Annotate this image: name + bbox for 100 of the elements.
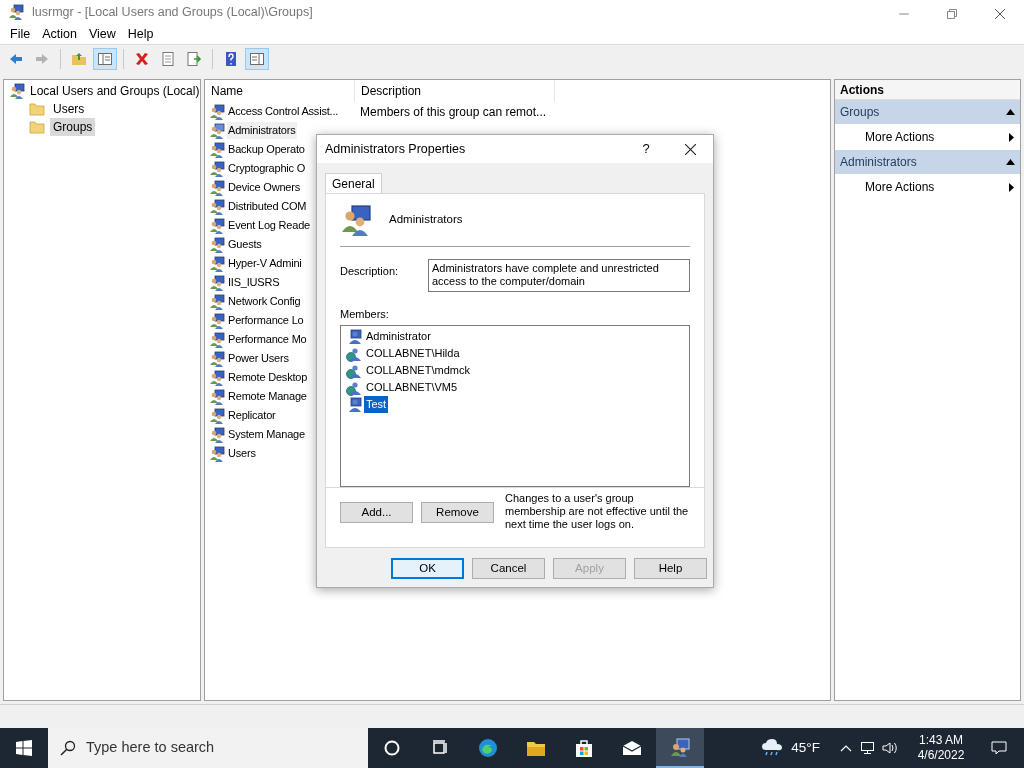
submenu-arrow-icon xyxy=(1009,182,1014,192)
group-icon xyxy=(209,122,225,139)
group-name[interactable]: Guests xyxy=(227,236,263,253)
member-item[interactable]: Administrator xyxy=(364,328,433,345)
group-name[interactable]: Backup Operato xyxy=(227,141,306,158)
back-arrow-icon xyxy=(8,51,24,67)
mail-icon xyxy=(622,738,642,758)
menu-item[interactable]: View xyxy=(82,24,122,44)
group-icon xyxy=(340,203,372,236)
group-icon xyxy=(209,445,225,462)
browser-icon xyxy=(478,738,498,758)
volume-icon[interactable] xyxy=(882,741,898,755)
group-name[interactable]: Access Control Assist... xyxy=(227,103,340,120)
group-description: Members of this group can remot... xyxy=(359,103,547,121)
submenu-arrow-icon xyxy=(1009,132,1014,142)
forward-arrow-icon xyxy=(34,51,50,67)
search-icon xyxy=(60,740,76,756)
users-computer-icon xyxy=(670,737,690,757)
collapse-caret-icon[interactable] xyxy=(1006,109,1015,115)
membership-note: Changes to a user's group membership are not effective until the next time the user logs on. xyxy=(505,492,690,531)
group-name[interactable]: Performance Mo xyxy=(227,331,308,348)
group-name[interactable]: Users xyxy=(227,445,257,462)
shopping-bag-icon xyxy=(574,738,594,758)
clock-date[interactable]: 4/6/2022 xyxy=(917,748,965,763)
restore-icon[interactable] xyxy=(947,9,957,19)
console-tree-icon xyxy=(97,51,113,67)
actions-title: Actions xyxy=(835,80,1020,100)
group-name[interactable]: Remote Desktop xyxy=(227,369,309,386)
group-name[interactable]: Remote Manage xyxy=(227,388,308,405)
network-icon[interactable] xyxy=(860,741,876,755)
group-name: Administrators xyxy=(389,212,463,228)
dialog-button[interactable]: OK xyxy=(391,558,464,579)
member-item[interactable]: COLLABNET\mdmck xyxy=(364,362,472,379)
chevron-up-icon[interactable] xyxy=(840,744,852,752)
member-action-button[interactable]: Remove xyxy=(421,502,494,523)
group-icon xyxy=(209,312,225,329)
windows-logo-icon xyxy=(16,740,32,756)
menu-item[interactable]: File xyxy=(4,24,37,44)
group-name[interactable]: Device Owners xyxy=(227,179,301,196)
section-header[interactable]: Groups xyxy=(835,100,1020,124)
group-icon xyxy=(209,426,225,443)
taskbar-search-field[interactable]: Type here to search xyxy=(48,728,368,768)
group-icon xyxy=(209,407,225,424)
search-input[interactable]: Type here to search xyxy=(86,737,306,759)
tree-item[interactable]: Groups xyxy=(50,118,96,136)
weather-icon xyxy=(761,738,784,758)
console-tree-button[interactable] xyxy=(93,48,117,70)
member-item[interactable]: Test xyxy=(364,396,389,413)
group-icon xyxy=(9,83,25,99)
collapse-caret-icon[interactable] xyxy=(1006,159,1015,165)
tab[interactable]: General xyxy=(325,173,382,193)
group-name[interactable]: Power Users xyxy=(227,350,290,367)
group-name[interactable]: IIS_IUSRS xyxy=(227,274,281,291)
description-label: Description: xyxy=(340,263,400,279)
group-name[interactable]: Administrators xyxy=(227,122,297,139)
properties-icon xyxy=(160,51,176,67)
group-icon xyxy=(209,293,225,310)
group-name[interactable]: Cryptographic O xyxy=(227,160,307,177)
group-name[interactable]: Hyper-V Admini xyxy=(227,255,303,272)
close-icon[interactable] xyxy=(995,9,1005,19)
clock-time[interactable]: 1:43 AM xyxy=(919,733,963,748)
notification-icon[interactable] xyxy=(991,740,1007,756)
group-name[interactable]: Performance Lo xyxy=(227,312,305,329)
user-globe-icon xyxy=(346,379,362,396)
column-header[interactable]: Name xyxy=(205,80,355,102)
menu-item[interactable]: Help xyxy=(121,24,160,44)
group-name[interactable]: System Manage xyxy=(227,426,306,443)
folder-icon xyxy=(29,102,45,116)
group-icon xyxy=(209,331,225,348)
action-item[interactable]: More Actions xyxy=(835,124,1020,150)
dialog-button[interactable]: Cancel xyxy=(472,558,545,579)
group-name[interactable]: Event Log Reade xyxy=(227,217,311,234)
dialog-button[interactable]: Help xyxy=(634,558,707,579)
member-action-button[interactable]: Add... xyxy=(340,502,413,523)
section-header[interactable]: Administrators xyxy=(835,150,1020,174)
action-pane-button[interactable] xyxy=(245,48,269,70)
member-item[interactable]: COLLABNET\VM5 xyxy=(364,379,460,396)
column-header[interactable]: Description xyxy=(355,80,555,102)
user-computer-icon xyxy=(346,396,362,413)
group-name[interactable]: Replicator xyxy=(227,407,277,424)
description-field[interactable]: Administrators have complete and unrestricted access to the computer/domain xyxy=(428,258,690,292)
group-name[interactable]: Network Config xyxy=(227,293,302,310)
member-item[interactable]: COLLABNET\Hilda xyxy=(364,345,462,362)
group-icon xyxy=(209,179,225,196)
action-item[interactable]: More Actions xyxy=(835,174,1020,200)
close-icon[interactable] xyxy=(685,143,696,155)
group-icon xyxy=(8,4,24,20)
group-icon xyxy=(209,141,225,158)
tree-item[interactable]: Users xyxy=(50,100,88,118)
user-computer-icon xyxy=(346,328,362,345)
action-pane-icon xyxy=(249,51,265,67)
export-list-icon xyxy=(186,51,202,67)
tree-item[interactable]: Local Users and Groups (Local) xyxy=(30,82,200,100)
members-label: Members: xyxy=(340,306,390,322)
help-button[interactable]: ? xyxy=(624,139,668,159)
help-icon xyxy=(223,51,239,67)
group-name[interactable]: Distributed COM xyxy=(227,198,308,215)
menu-item[interactable]: Action xyxy=(36,24,83,44)
group-icon xyxy=(209,217,225,234)
user-globe-icon xyxy=(346,362,362,379)
